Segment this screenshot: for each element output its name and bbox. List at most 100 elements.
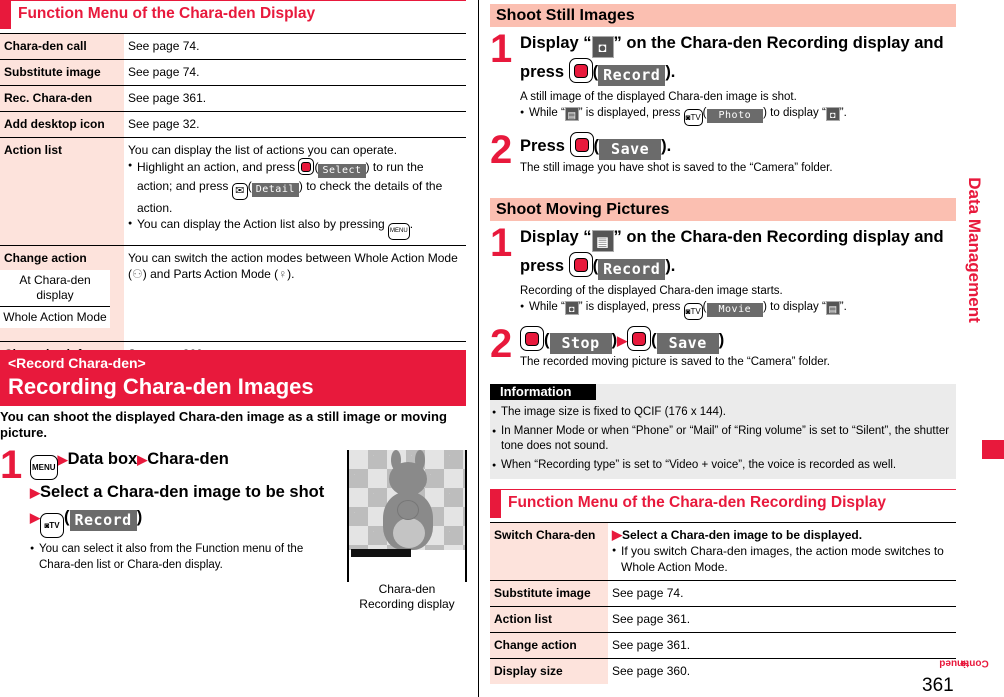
softkey-record: Record — [598, 65, 666, 86]
phone-screen-image — [347, 450, 467, 582]
still-step-1: 1 Display “◘” on the Chara-den Recording… — [490, 27, 956, 126]
switch-head: ▶Select a Chara-den image to be displaye… — [612, 527, 952, 543]
row-value: See page 74. — [124, 59, 466, 86]
step-body: Recording of the displayed Chara-den ima… — [520, 283, 956, 320]
rec-function-menu-heading: Function Menu of the Chara-den Recording… — [508, 494, 887, 511]
center-key-icon — [569, 132, 594, 157]
row-key: Switch Chara-den — [490, 522, 608, 581]
column-divider — [478, 0, 479, 697]
softkey-photo: Photo — [706, 109, 764, 123]
step-bullet: While “▤” is displayed, press ◙TV(Photo)… — [520, 105, 956, 126]
table-row: Rec. Chara-den See page 361. — [0, 85, 466, 112]
bullet-text: ”. — [839, 301, 847, 313]
step-number: 2 — [490, 322, 513, 366]
section-side-label-text: Data Management — [965, 177, 984, 323]
kangaroo-head — [389, 462, 427, 496]
bullet-text: to display “ — [766, 107, 826, 119]
step-part: Chara-den — [147, 450, 229, 468]
menu-key-icon: MENU — [388, 223, 410, 240]
caption-line: Recording display — [359, 597, 455, 611]
row-value: See page 361. — [608, 606, 956, 633]
bullet-text: ” is displayed, press — [578, 301, 684, 313]
step-body-text: Recording of the displayed Chara-den ima… — [520, 285, 783, 297]
switch-bullet: If you switch Chara-den images, the acti… — [612, 543, 952, 575]
step-number: 1 — [490, 221, 513, 265]
arrow-icon: ▶ — [30, 485, 40, 500]
camera-key-icon: ◙TV — [40, 513, 64, 538]
info-bullet: When “Recording type” is set to “Video +… — [492, 458, 956, 473]
continued-arrow-icon: ➔ — [959, 657, 969, 669]
row-key: Add desktop icon — [0, 111, 124, 138]
banner-title: Recording Chara-den Images — [8, 374, 314, 399]
information-label: Information — [490, 384, 596, 400]
center-key-icon — [627, 326, 652, 351]
step-number: 2 — [490, 128, 513, 172]
softkey-select: Select — [318, 164, 366, 178]
figure-caption: Chara-den Recording display — [347, 582, 467, 612]
arrow-icon: ▶ — [57, 452, 68, 467]
left-column: Function Menu of the Chara-den Display C… — [0, 0, 466, 394]
row-value: You can display the list of actions you … — [124, 137, 466, 246]
step-body: The recorded moving picture is saved to … — [520, 356, 831, 368]
row-key: Substitute image — [0, 59, 124, 86]
mode-box: At Chara-den display Whole Action Mode — [0, 270, 110, 328]
bullet-text: While “ — [529, 107, 565, 119]
step-body: A still image of the displayed Chara-den… — [520, 89, 956, 126]
chara-den-recording-figure: Chara-den Recording display — [347, 450, 467, 612]
row-value: You can switch the action modes between … — [124, 245, 466, 342]
bullet-text: You can display the Action list also by … — [137, 217, 389, 231]
table-row: Change action See page 361. — [490, 632, 956, 659]
bullet-text: While “ — [529, 301, 565, 313]
shoot-moving-pictures-heading: Shoot Moving Pictures — [490, 198, 956, 221]
mode-label-whole-action: Whole Action Mode — [3, 310, 107, 324]
step-head: Press (Save). — [520, 132, 956, 160]
step-text: Display “ — [520, 34, 592, 52]
camera-mode-icon: ◘ — [564, 301, 579, 315]
row-value: See page 32. — [124, 111, 466, 138]
function-menu-heading: Function Menu of the Chara-den Display — [18, 5, 316, 22]
change-action-key: Change action — [4, 251, 87, 265]
action-list-text: You can display the list of actions you … — [128, 143, 398, 157]
table-row: Substitute image See page 74. — [490, 580, 956, 607]
step-part: Data box — [67, 450, 138, 468]
still-step-2: 2 Press (Save). The still image you have… — [490, 128, 956, 176]
left-step-1: 1 MENU▶Data box▶Chara-den ▶Select a Char… — [0, 443, 340, 573]
whole-action-mode-icon: ⚇ — [132, 267, 143, 281]
step-head: MENU▶Data box▶Chara-den ▶Select a Chara-… — [30, 447, 340, 538]
shoot-still-images-heading: Shoot Still Images — [490, 4, 956, 27]
continued-marker: Continued ➔ — [939, 630, 988, 696]
step-head: (Stop)▶(Save) — [520, 326, 956, 354]
row-key: Substitute image — [490, 580, 608, 607]
table-row: Add desktop icon See page 32. — [0, 111, 466, 138]
record-chara-den-banner: <Record Chara-den> Recording Chara-den I… — [0, 350, 466, 406]
center-key-icon — [568, 58, 593, 83]
page-number: 361 — [922, 675, 954, 696]
mail-key-icon: ✉ — [231, 183, 248, 200]
section-side-label: Data Management — [963, 60, 985, 440]
kangaroo-pouch — [393, 518, 425, 548]
row-key: Change action — [490, 632, 608, 659]
step-number: 1 — [0, 443, 23, 487]
switch-head-text: Select a Chara-den image to be displayed… — [622, 528, 863, 542]
bullet-text: ”. — [839, 107, 847, 119]
title-accent-bar — [0, 1, 11, 29]
step-number: 1 — [490, 27, 513, 71]
caption-line: Chara-den — [378, 582, 436, 596]
arrow-icon: ▶ — [617, 333, 628, 348]
center-key-icon — [520, 326, 544, 351]
change-action-text: ) and Parts Action Mode ( — [142, 267, 279, 281]
center-key-icon — [298, 158, 315, 175]
arrow-icon: ▶ — [137, 452, 148, 467]
step-text: Press — [520, 137, 570, 155]
softkey-save: Save — [656, 333, 719, 354]
step-text: Display “ — [520, 228, 592, 246]
title-accent-bar — [490, 490, 501, 518]
info-bullet: The image size is fixed to QCIF (176 x 1… — [492, 405, 956, 420]
row-key: Change action At Chara-den display Whole… — [0, 245, 124, 342]
softkey-save: Save — [599, 139, 662, 160]
change-action-text: ). — [287, 267, 295, 281]
bullet-text: ” is displayed, press — [578, 107, 684, 119]
arrow-icon: ▶ — [612, 527, 622, 542]
table-row: Action list See page 361. — [490, 606, 956, 633]
row-value: See page 74. — [124, 33, 466, 60]
